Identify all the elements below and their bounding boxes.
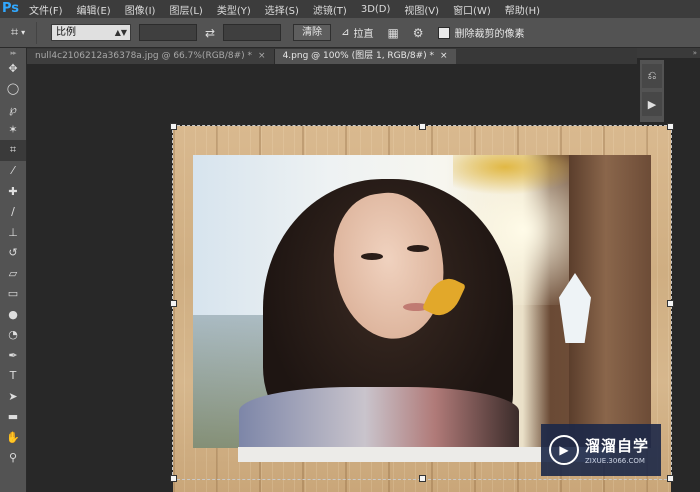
history-panel-icon[interactable]: ⎌ (642, 64, 662, 88)
menu-type[interactable]: 类型(Y) (210, 2, 258, 17)
options-bar: ⌗ ▾ 比例 ▲▼ ⇄ 清除 ⊿ 拉直 ▦ ⚙ 删除裁剪的像素 (0, 18, 700, 48)
delete-pixels-label: 删除裁剪的像素 (454, 29, 525, 40)
chevron-down-icon: ▲▼ (114, 28, 127, 37)
tab-label: null4c2106212a36378a.jpg @ 66.7%(RGB/8#)… (35, 51, 253, 61)
close-icon[interactable]: × (440, 51, 448, 61)
width-field[interactable] (139, 24, 197, 41)
crop-handle-bottom-right[interactable] (667, 475, 674, 482)
eyedropper-icon[interactable]: ⁄ (0, 161, 26, 182)
clear-button[interactable]: 清除 (293, 24, 332, 41)
path-select-icon[interactable]: ➤ (0, 386, 26, 407)
photoshop-logo: Ps (2, 1, 20, 16)
magic-wand-icon[interactable]: ✶ (0, 120, 26, 141)
straighten-label: 拉直 (353, 29, 374, 40)
collapse-panels-icon[interactable]: » (637, 48, 700, 58)
crop-handle-top-right[interactable] (667, 123, 674, 130)
menu-filter[interactable]: 滤镜(T) (306, 2, 354, 17)
crop-handle-top[interactable] (419, 123, 426, 130)
overlay-grid-icon[interactable]: ▦ (387, 26, 398, 40)
watermark: ▶ 溜溜自学 ZIXUE.3066.COM (541, 424, 661, 476)
crop-handle-right[interactable] (667, 300, 674, 307)
gear-icon[interactable]: ⚙ (413, 26, 424, 40)
menu-file[interactable]: 文件(F) (22, 2, 70, 17)
tab-document-2[interactable]: 4.png @ 100% (图层 1, RGB/8#) * × (274, 49, 456, 64)
menu-window[interactable]: 窗口(W) (446, 2, 498, 17)
chevron-down-icon: ▾ (21, 28, 26, 37)
eraser-icon[interactable]: ▱ (0, 263, 26, 284)
tool-panel: ▸▸ ✥ ◯ ℘ ✶ ⌗ ⁄ ✚ ∕ ⊥ ↺ ▱ ▭ ● ◔ ✒ T ➤ ▬ ✋… (0, 48, 27, 492)
close-icon[interactable]: × (258, 51, 266, 61)
straighten-icon: ⊿ (341, 27, 350, 38)
brush-icon[interactable]: ∕ (0, 202, 26, 223)
swap-icon[interactable]: ⇄ (205, 26, 215, 40)
crop-handle-left[interactable] (170, 300, 177, 307)
type-icon[interactable]: T (0, 366, 26, 387)
crop-icon: ⌗ (10, 25, 19, 40)
play-logo-icon: ▶ (549, 435, 579, 465)
menu-help[interactable]: 帮助(H) (498, 2, 547, 17)
menu-bar: Ps 文件(F) 编辑(E) 图像(I) 图层(L) 类型(Y) 选择(S) 滤… (0, 0, 700, 18)
zoom-icon[interactable]: ⚲ (0, 448, 26, 469)
delete-pixels-checkbox[interactable] (437, 26, 450, 39)
blur-icon[interactable]: ● (0, 304, 26, 325)
menu-view[interactable]: 视图(V) (397, 2, 446, 17)
menu-select[interactable]: 选择(S) (258, 2, 306, 17)
document-tabs: null4c2106212a36378a.jpg @ 66.7%(RGB/8#)… (27, 48, 637, 64)
menu-image[interactable]: 图像(I) (118, 2, 163, 17)
straighten-button[interactable]: ⊿ 拉直 (341, 25, 373, 40)
crop-handle-bottom[interactable] (419, 475, 426, 482)
menu-edit[interactable]: 编辑(E) (70, 2, 118, 17)
healing-icon[interactable]: ✚ (0, 181, 26, 202)
ratio-value: 比例 (56, 27, 76, 38)
ratio-select[interactable]: 比例 ▲▼ (51, 24, 131, 41)
history-brush-icon[interactable]: ↺ (0, 243, 26, 264)
tab-label: 4.png @ 100% (图层 1, RGB/8#) * (282, 51, 434, 61)
panel-grip[interactable]: ▸▸ (0, 48, 26, 58)
crop-handle-bottom-left[interactable] (170, 475, 177, 482)
hand-icon[interactable]: ✋ (0, 427, 26, 448)
crop-tool-preset[interactable]: ⌗ ▾ (0, 21, 37, 44)
dodge-icon[interactable]: ◔ (0, 325, 26, 346)
height-field[interactable] (223, 24, 282, 41)
rectangle-icon[interactable]: ▬ (0, 407, 26, 428)
watermark-title: 溜溜自学 (585, 437, 650, 455)
crop-handle-top-left[interactable] (170, 123, 177, 130)
move-icon[interactable]: ✥ (0, 58, 26, 79)
lasso-icon[interactable]: ℘ (0, 99, 26, 120)
pen-icon[interactable]: ✒ (0, 345, 26, 366)
watermark-url: ZIXUE.3066.COM (585, 457, 645, 465)
watermark-text: 溜溜自学 ZIXUE.3066.COM (585, 435, 649, 465)
menu-3d[interactable]: 3D(D) (354, 4, 398, 15)
menu-layer[interactable]: 图层(L) (162, 2, 209, 17)
tab-document-1[interactable]: null4c2106212a36378a.jpg @ 66.7%(RGB/8#)… (27, 49, 275, 64)
marquee-icon[interactable]: ◯ (0, 79, 26, 100)
collapsed-panels: ⎌ ▶ (640, 60, 664, 122)
actions-panel-icon[interactable]: ▶ (642, 92, 662, 116)
crop-icon[interactable]: ⌗ (0, 140, 26, 161)
gradient-icon[interactable]: ▭ (0, 284, 26, 305)
stamp-icon[interactable]: ⊥ (0, 222, 26, 243)
